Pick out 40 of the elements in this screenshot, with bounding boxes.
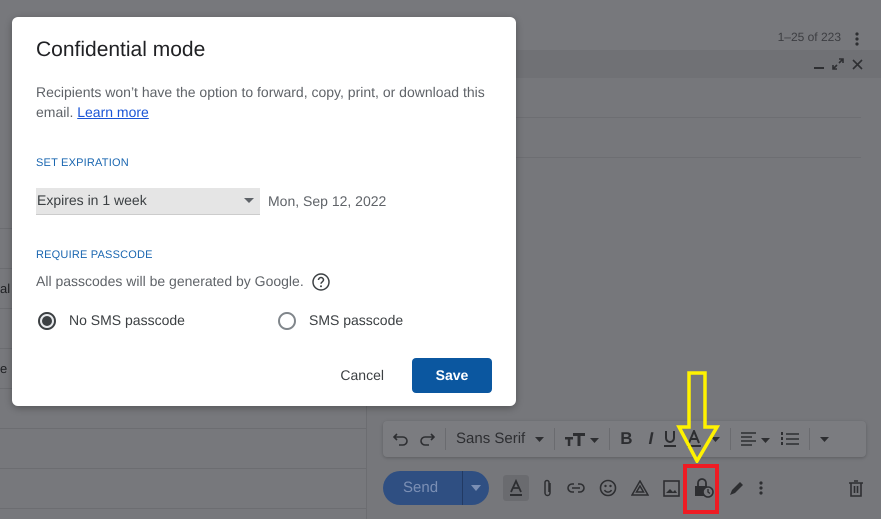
close-icon[interactable] xyxy=(852,58,863,70)
passcode-note: All passcodes will be generated by Google. xyxy=(36,272,304,292)
more-icon[interactable] xyxy=(855,32,859,46)
text-size-icon[interactable] xyxy=(565,432,600,446)
link-icon[interactable] xyxy=(567,483,586,493)
pen-icon[interactable] xyxy=(728,480,746,496)
expiry-date: Mon, Sep 12, 2022 xyxy=(268,192,386,211)
redo-icon[interactable] xyxy=(419,432,435,446)
dialog-title: Confidential mode xyxy=(36,37,206,62)
radio-icon[interactable] xyxy=(277,310,297,331)
lock-clock-icon[interactable] xyxy=(694,478,714,498)
undo-icon[interactable] xyxy=(393,432,409,446)
radio-icon[interactable] xyxy=(37,310,57,331)
section-heading: REQUIRE PASSCODE xyxy=(36,248,154,263)
trash-icon[interactable] xyxy=(849,480,863,496)
learn-more-link[interactable]: Learn more xyxy=(77,104,149,120)
radio-option[interactable]: No SMS passcode xyxy=(36,310,276,332)
numbered-list-icon[interactable] xyxy=(781,432,800,446)
image-icon[interactable] xyxy=(663,480,680,496)
page-range: 1–25 of 223 xyxy=(778,29,841,46)
align-icon[interactable] xyxy=(741,432,772,446)
expand-icon[interactable] xyxy=(832,58,844,70)
save-button[interactable]: Save xyxy=(412,358,492,394)
expiration-dropdown[interactable]: Expires in 1 week xyxy=(36,188,260,215)
more-icon[interactable] xyxy=(759,481,764,495)
caret-icon[interactable] xyxy=(711,436,720,442)
highlight-frame xyxy=(683,464,719,514)
attach-icon[interactable] xyxy=(543,479,554,497)
text-format-icon[interactable] xyxy=(503,475,530,501)
row-text: e xyxy=(0,360,8,378)
help-icon[interactable] xyxy=(312,272,330,291)
description: Recipients won’t have the option to forward, copy, print, or download this email. Learn more xyxy=(36,83,486,122)
row-text: al xyxy=(0,280,10,298)
triangle-icon[interactable] xyxy=(631,480,650,496)
radio-option[interactable]: SMS passcode xyxy=(276,310,404,332)
emoji-icon[interactable] xyxy=(599,479,618,497)
underline-icon[interactable] xyxy=(663,430,678,448)
cancel-button[interactable]: Cancel xyxy=(336,357,388,394)
text-color-icon[interactable] xyxy=(687,430,702,448)
section-heading: SET EXPIRATION xyxy=(36,156,130,172)
